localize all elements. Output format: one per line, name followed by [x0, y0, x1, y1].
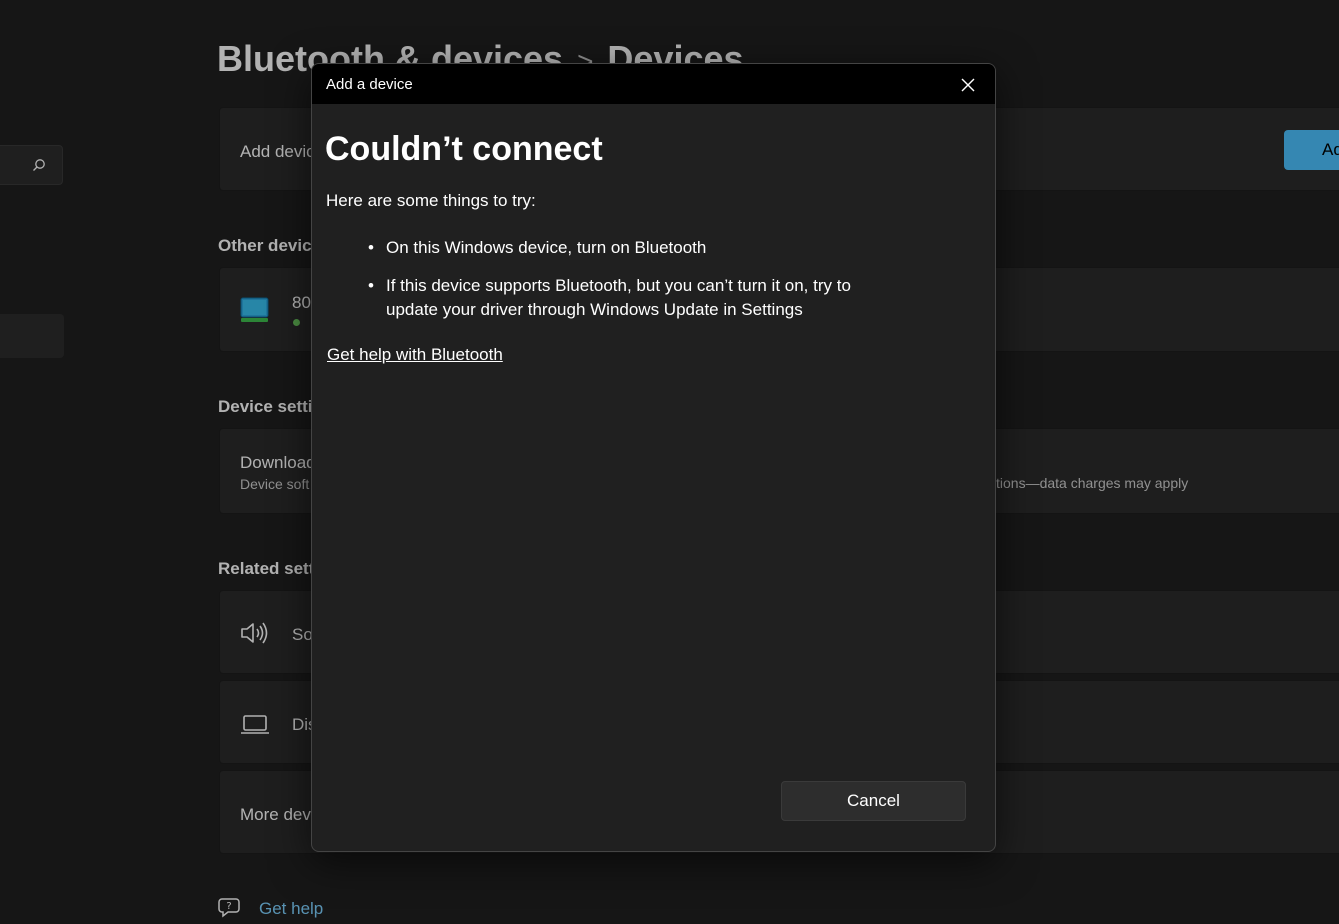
dialog-intro: Here are some things to try:	[326, 191, 536, 210]
list-item: If this device supports Bluetooth, but y…	[368, 274, 868, 322]
add-device-dialog: Add a device Couldn’t connect Here are s…	[311, 63, 996, 852]
cancel-button[interactable]: Cancel	[781, 781, 966, 821]
close-button[interactable]	[955, 72, 981, 98]
close-icon	[961, 78, 975, 92]
dialog-heading: Couldn’t connect	[325, 130, 603, 168]
dialog-titlebar: Add a device	[312, 64, 995, 104]
dialog-title: Add a device	[326, 76, 413, 93]
bluetooth-help-link[interactable]: Get help with Bluetooth	[327, 345, 503, 365]
list-item: On this Windows device, turn on Bluetoot…	[368, 236, 868, 260]
tips-list: On this Windows device, turn on Bluetoot…	[368, 236, 868, 336]
